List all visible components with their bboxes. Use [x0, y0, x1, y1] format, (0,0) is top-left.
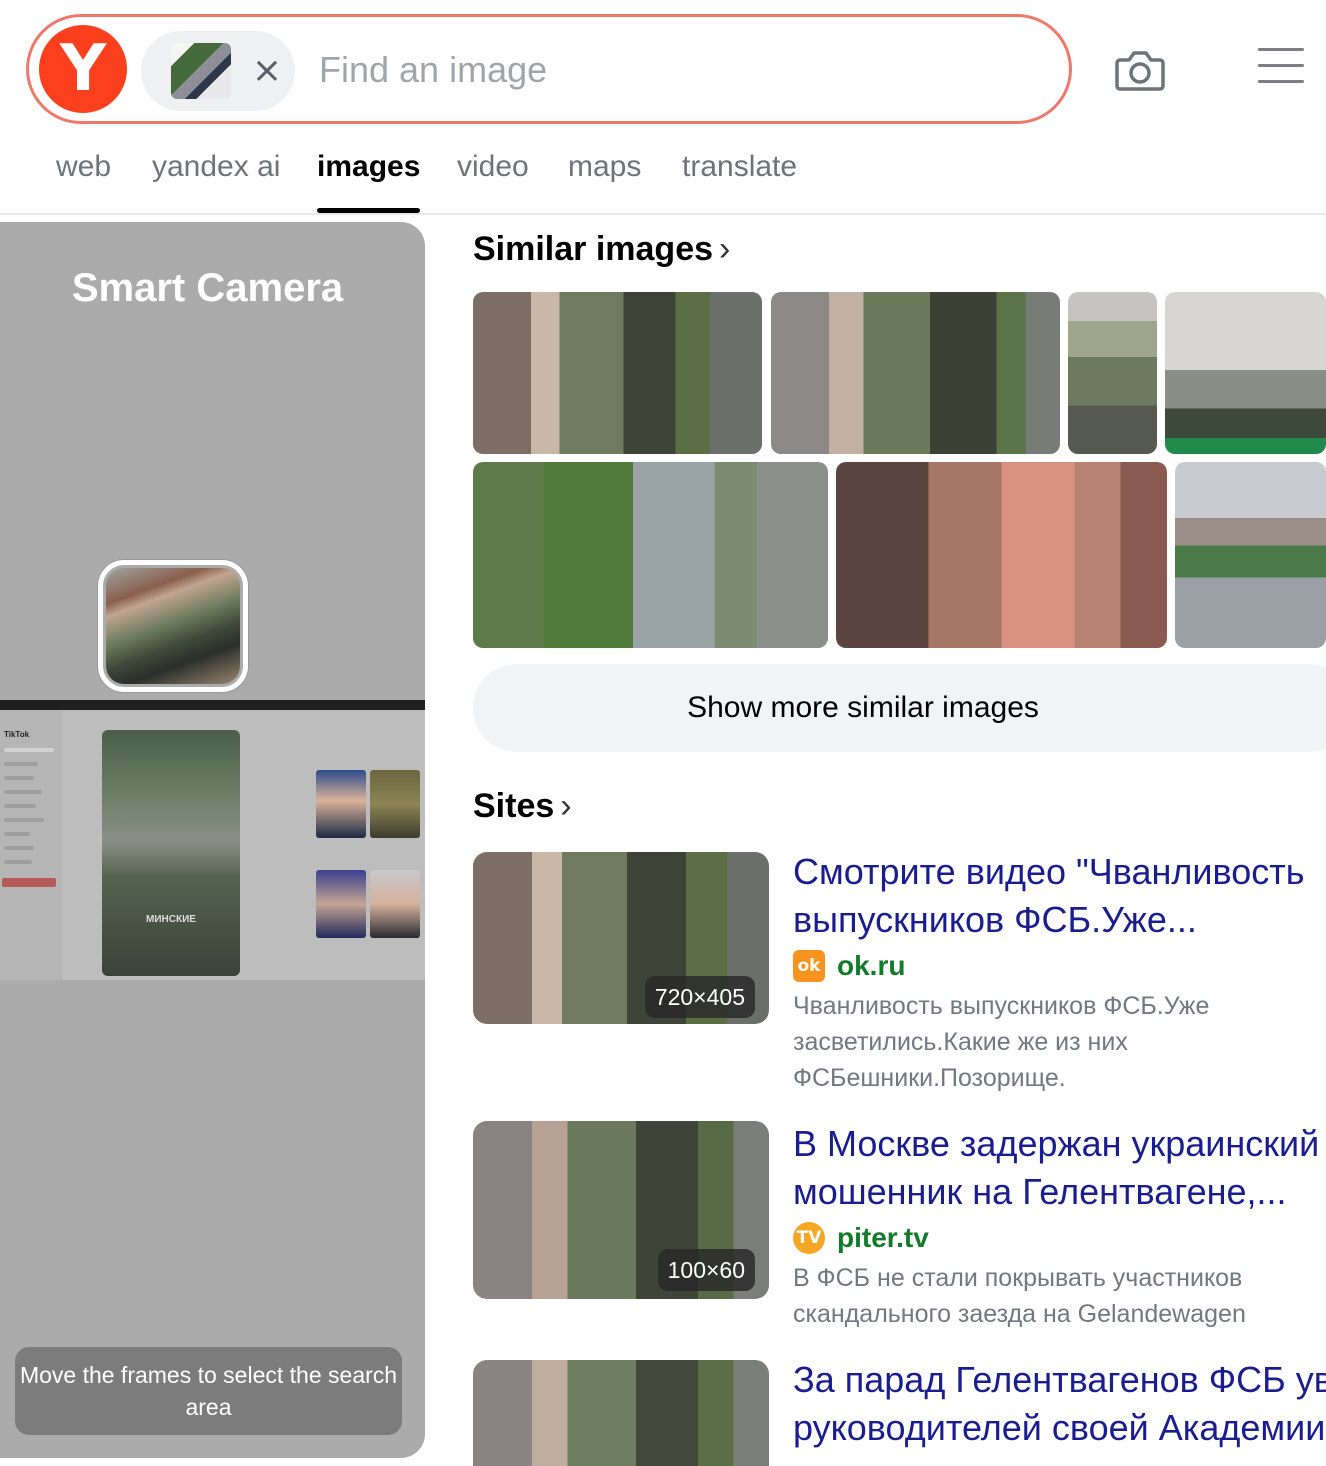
site-snippet-1: Чванливость выпускников ФСБ.Уже засветил… — [793, 992, 1210, 1092]
uploaded-screenshot: TikTok МИНСКИЕ — [0, 700, 425, 980]
ok-favicon-icon: ok — [793, 950, 825, 982]
screenshot-video — [102, 730, 240, 976]
screenshot-app-name: TikTok — [4, 730, 30, 739]
similar-image-6[interactable] — [836, 462, 1167, 648]
site-thumbnail-2[interactable]: 100×60 — [473, 1121, 769, 1299]
tab-video[interactable]: video — [457, 150, 529, 184]
search-input[interactable] — [319, 43, 1019, 97]
tv-favicon-icon: TV — [793, 1222, 825, 1254]
site-host-2[interactable]: TV piter.tv — [793, 1222, 929, 1256]
tab-maps[interactable]: maps — [568, 150, 641, 184]
site-thumbnail-1[interactable]: 720×405 — [473, 852, 769, 1024]
image-dimensions: 100×60 — [657, 1249, 755, 1291]
smart-camera-panel: Smart Camera TikTok МИНСКИЕ Move the fra… — [0, 222, 425, 1458]
close-icon[interactable]: × — [247, 49, 287, 93]
show-more-similar-button[interactable]: Show more similar images — [473, 664, 1326, 752]
screenshot-video-caption: МИНСКИЕ — [146, 914, 196, 925]
query-image-thumbnail — [171, 43, 231, 99]
sites-heading[interactable]: Sites › — [473, 787, 572, 826]
similar-image-1[interactable] — [473, 292, 762, 454]
similar-image-7[interactable] — [1175, 462, 1326, 648]
site-title-3[interactable]: За парад Гелентвагенов ФСБ ув руководите… — [793, 1356, 1326, 1452]
tab-yandex-ai[interactable]: yandex ai — [152, 150, 280, 184]
tab-web[interactable]: web — [56, 150, 111, 184]
chevron-right-icon: › — [560, 787, 572, 825]
hamburger-menu-icon[interactable] — [1258, 48, 1304, 88]
chevron-right-icon: › — [719, 230, 731, 268]
tab-translate[interactable]: translate — [682, 150, 797, 184]
similar-image-5[interactable] — [473, 462, 828, 648]
site-title-1[interactable]: Смотрите видео "Чванливость выпускников … — [793, 848, 1326, 944]
site-snippet-2: В ФСБ не стали покрывать участников скан… — [793, 1264, 1246, 1328]
similar-image-3[interactable] — [1068, 292, 1157, 454]
search-bar: Y × — [26, 14, 1072, 124]
screenshot-menubar — [0, 700, 425, 710]
header-divider — [0, 213, 1326, 215]
selection-hint: Move the frames to select the search are… — [15, 1347, 402, 1435]
similar-images-title: Similar images — [473, 230, 714, 268]
site-title-2[interactable]: В Москве задержан украинский мошенник на… — [793, 1120, 1326, 1216]
smart-camera-title: Smart Camera — [71, 266, 344, 310]
site-host-1[interactable]: ok ok.ru — [793, 950, 905, 984]
screenshot-login-button — [2, 878, 56, 887]
similar-images-heading[interactable]: Similar images › — [473, 230, 730, 269]
sites-title: Sites — [473, 787, 555, 825]
site-thumbnail-3[interactable] — [473, 1360, 769, 1466]
similar-image-4[interactable] — [1165, 292, 1326, 454]
camera-icon[interactable] — [1112, 42, 1168, 98]
yandex-logo[interactable]: Y — [39, 25, 127, 113]
tab-images[interactable]: images — [317, 150, 420, 184]
image-query-chip[interactable]: × — [141, 31, 295, 111]
similar-image-2[interactable] — [771, 292, 1060, 454]
selection-frame[interactable] — [98, 560, 248, 692]
image-dimensions: 720×405 — [644, 976, 755, 1018]
